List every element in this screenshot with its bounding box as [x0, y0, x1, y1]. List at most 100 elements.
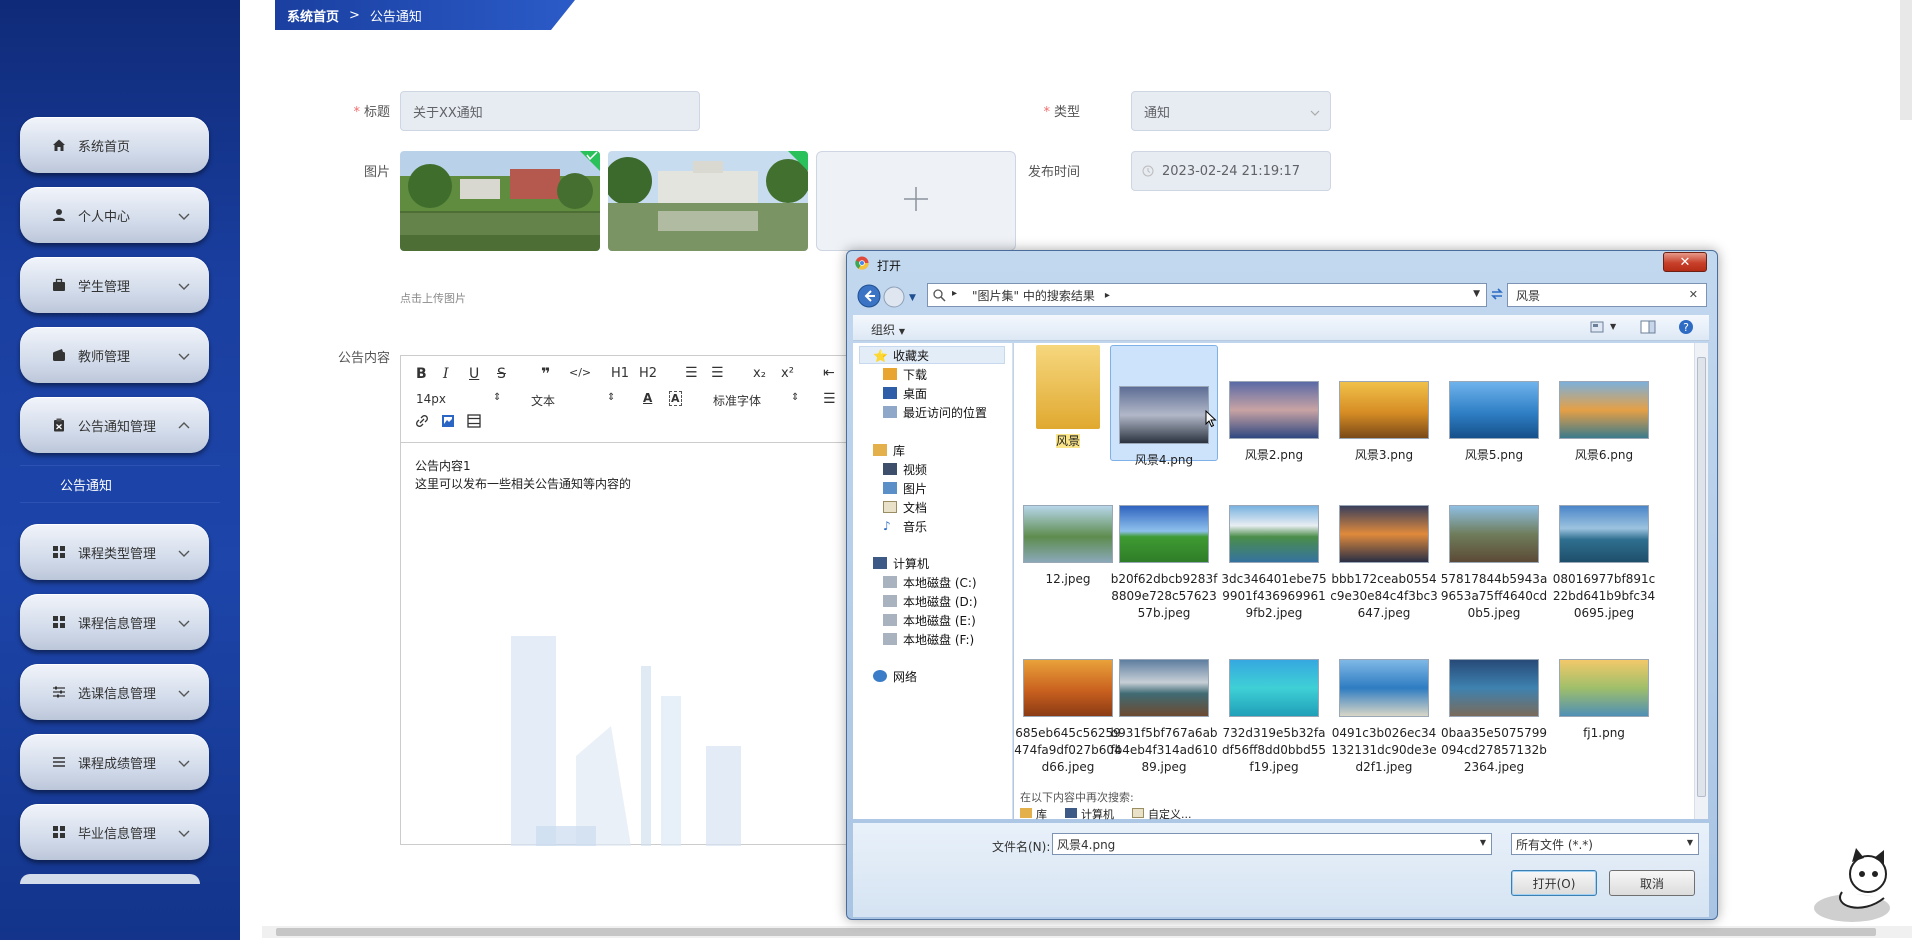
title-input[interactable]: 关于XX通知 — [400, 91, 700, 131]
back-button[interactable] — [857, 284, 881, 312]
address-dropdown-icon[interactable]: ▼ — [1473, 289, 1480, 299]
font-size-select[interactable]: 14px — [416, 392, 446, 406]
heading2-button[interactable]: H2 — [639, 366, 657, 381]
nav-disk-f[interactable]: 本地磁盘 (F:) — [883, 630, 974, 648]
file-item[interactable]: 风景2.png — [1220, 345, 1328, 464]
submenu-item-notices[interactable]: 公告通知 — [20, 465, 220, 503]
strikethrough-button[interactable]: S — [497, 366, 506, 382]
file-item[interactable]: 08016977bf891c22bd641b9bfc340695.jpeg — [1550, 505, 1658, 622]
video-icon[interactable] — [467, 414, 481, 431]
code-icon[interactable]: </> — [569, 366, 591, 379]
image-icon[interactable] — [441, 414, 455, 431]
file-item[interactable]: 685eb645c56259474fa9df027b604d66.jpeg — [1014, 659, 1122, 776]
file-item[interactable]: 风景5.png — [1440, 345, 1548, 464]
scrollbar-thumb[interactable] — [276, 928, 1876, 936]
search-again-custom[interactable]: 自定义... — [1132, 806, 1192, 822]
nav-videos[interactable]: 视频 — [883, 460, 927, 478]
sidebar-item-course-info[interactable]: 课程信息管理 — [20, 594, 209, 650]
paragraph-select[interactable]: 文本 — [531, 392, 555, 409]
nav-disk-d[interactable]: 本地磁盘 (D:) — [883, 592, 977, 610]
quote-icon[interactable]: ❞ — [541, 364, 550, 383]
view-options-icon[interactable] — [1590, 320, 1606, 337]
search-input[interactable]: 风景 ✕ — [1507, 283, 1707, 307]
clear-search-icon[interactable]: ✕ — [1689, 288, 1698, 301]
bullet-list-icon[interactable]: ☰ — [711, 365, 724, 381]
file-item[interactable]: fj1.png — [1550, 659, 1658, 742]
refresh-icon[interactable] — [1489, 286, 1505, 306]
history-dropdown-icon[interactable]: ▼ — [909, 293, 916, 303]
filename-dropdown-icon[interactable]: ▼ — [1480, 838, 1486, 847]
horizontal-scrollbar[interactable] — [262, 926, 1912, 938]
image-upload-button[interactable] — [816, 151, 1016, 251]
italic-button[interactable]: I — [443, 366, 449, 382]
sidebar-item-grades[interactable]: 课程成绩管理 — [20, 734, 209, 790]
bold-button[interactable]: B — [416, 366, 427, 382]
search-again-library[interactable]: 库 — [1020, 806, 1047, 822]
nav-libraries[interactable]: 库 — [873, 441, 905, 459]
vertical-scrollbar[interactable] — [1900, 0, 1912, 120]
link-icon[interactable] — [415, 414, 429, 431]
file-list-scrollbar[interactable] — [1694, 343, 1708, 819]
uploaded-image-2[interactable] — [608, 151, 808, 251]
help-icon[interactable]: ? — [1678, 319, 1694, 338]
file-item[interactable]: 风景6.png — [1550, 345, 1658, 464]
nav-documents[interactable]: 文档 — [883, 498, 927, 516]
view-dropdown-icon[interactable]: ▼ — [1610, 322, 1616, 331]
organize-button[interactable]: 组织 ▼ — [871, 321, 905, 338]
background-color-icon[interactable]: A — [669, 391, 682, 406]
breadcrumb-home[interactable]: 系统首页 — [287, 6, 339, 25]
preview-pane-icon[interactable] — [1640, 320, 1656, 337]
open-button[interactable]: 打开(O) — [1511, 870, 1597, 896]
type-select[interactable]: 通知 — [1131, 91, 1331, 131]
align-icon[interactable]: ☰ — [823, 391, 836, 407]
sidebar-item-personal[interactable]: 个人中心 — [20, 187, 209, 243]
nav-favorites[interactable]: ⭐ 收藏夹 — [873, 346, 929, 364]
file-item[interactable]: 风景 — [1014, 345, 1122, 450]
nav-pictures[interactable]: 图片 — [883, 479, 927, 497]
cancel-button[interactable]: 取消 — [1609, 870, 1695, 896]
sidebar-item-graduation[interactable]: 毕业信息管理 — [20, 804, 209, 860]
file-item[interactable]: 12.jpeg — [1014, 505, 1122, 588]
nav-music[interactable]: ♪ 音乐 — [883, 517, 927, 535]
heading1-button[interactable]: H1 — [611, 366, 629, 381]
file-item[interactable]: b931f5bf767a6abfb4eb4f314ad61089.jpeg — [1110, 659, 1218, 776]
file-item[interactable]: 732d319e5b32fadf56ff8dd0bbd55f19.jpeg — [1220, 659, 1328, 776]
sidebar-item-teachers[interactable]: 教师管理 — [20, 327, 209, 383]
nav-computer[interactable]: 计算机 — [873, 554, 929, 572]
file-item[interactable]: bbb172ceab0554c9e30e84c4f3bc3647.jpeg — [1330, 505, 1438, 622]
file-item[interactable]: 57817844b5943a9653a75ff4640cd0b5.jpeg — [1440, 505, 1548, 622]
nav-desktop[interactable]: 桌面 — [883, 384, 927, 402]
sidebar-item-course-types[interactable]: 课程类型管理 — [20, 524, 209, 580]
nav-disk-c[interactable]: 本地磁盘 (C:) — [883, 573, 977, 591]
file-item[interactable]: 0baa35e5075799094cd27857132b2364.jpeg — [1440, 659, 1548, 776]
address-bar[interactable]: ▸ "图片集" 中的搜索结果 ▸ ▼ — [927, 283, 1487, 307]
file-type-select[interactable]: 所有文件 (*.*) ▼ — [1511, 833, 1699, 855]
superscript-icon[interactable]: x² — [781, 366, 794, 381]
nav-disk-e[interactable]: 本地磁盘 (E:) — [883, 611, 976, 629]
nav-downloads[interactable]: 下载 — [883, 365, 927, 383]
nav-network[interactable]: 网络 — [873, 667, 917, 685]
sidebar-item-notices[interactable]: 公告通知管理 — [20, 397, 209, 453]
file-item[interactable]: 3dc346401ebe759901f4369699619fb2.jpeg — [1220, 505, 1328, 622]
sidebar-item-home[interactable]: 系统首页 — [20, 117, 209, 173]
publish-time-input[interactable]: 2023-02-24 21:19:17 — [1131, 151, 1331, 191]
sidebar-item-course-selection[interactable]: 选课信息管理 — [20, 664, 209, 720]
dialog-close-button[interactable]: ✕ — [1663, 252, 1707, 272]
file-item[interactable]: 0491c3b026ec34132131dc90de3ed2f1.jpeg — [1330, 659, 1438, 776]
nav-recent[interactable]: 最近访问的位置 — [883, 403, 987, 421]
font-family-select[interactable]: 标准字体 — [713, 392, 761, 409]
sidebar-item-students[interactable]: 学生管理 — [20, 257, 209, 313]
filename-input[interactable]: 风景4.png ▼ — [1052, 833, 1492, 855]
file-item[interactable]: 风景3.png — [1330, 345, 1438, 464]
file-item[interactable]: b20f62dbcb9283f8809e728c5762357b.jpeg — [1110, 505, 1218, 622]
subscript-icon[interactable]: x₂ — [753, 366, 766, 381]
file-item-selected[interactable]: 风景4.png — [1110, 345, 1218, 467]
underline-button[interactable]: U — [469, 366, 479, 382]
ordered-list-icon[interactable]: ☰ — [685, 365, 698, 381]
uploaded-image-1[interactable] — [400, 151, 600, 251]
font-color-icon[interactable]: A — [643, 391, 652, 405]
scrollbar-thumb[interactable] — [1697, 357, 1706, 797]
indent-icon[interactable]: ⇤ — [823, 365, 835, 381]
forward-button[interactable] — [883, 286, 905, 312]
search-again-computer[interactable]: 计算机 — [1065, 806, 1114, 822]
